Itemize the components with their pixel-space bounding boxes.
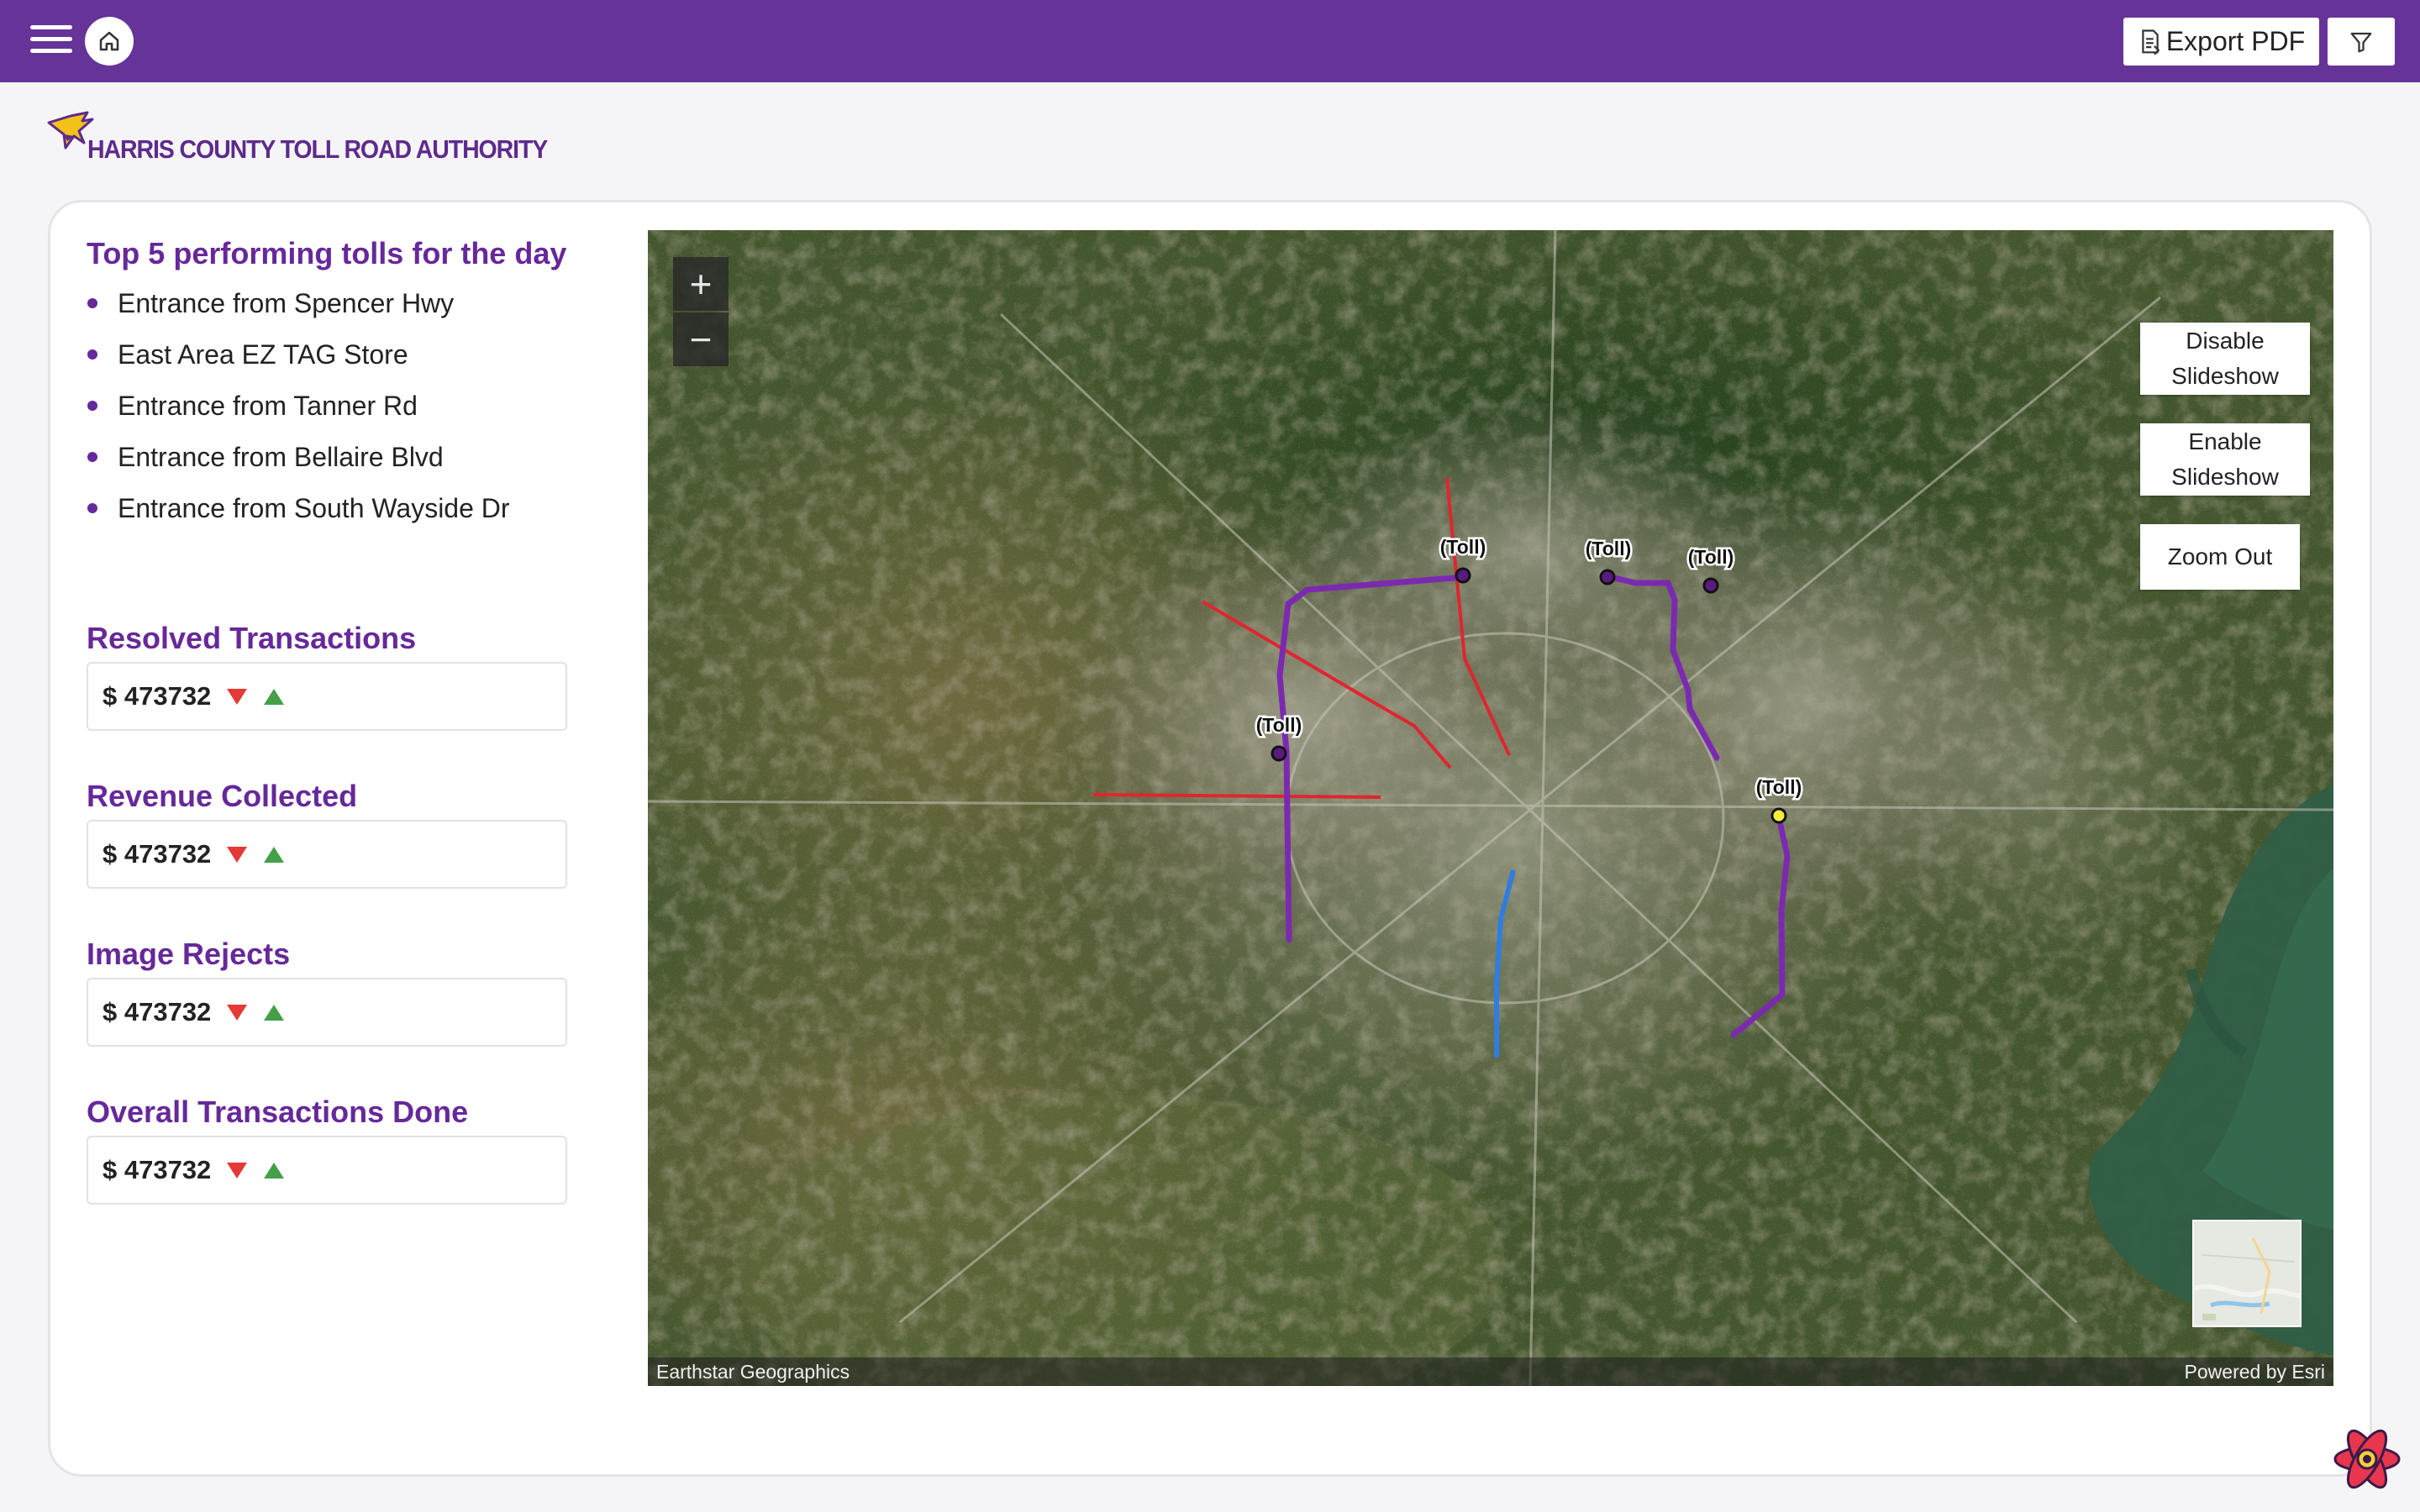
toll-marker-label: (Toll) — [1586, 538, 1632, 559]
trend-up-icon — [264, 688, 285, 705]
map-attribution-bar: Earthstar Geographics Powered by Esri — [648, 1357, 2333, 1386]
attribution-powered-by[interactable]: Powered by Esri — [2185, 1357, 2325, 1386]
filter-button[interactable] — [2328, 18, 2395, 66]
trend-up-icon — [264, 1162, 285, 1179]
metric-value-box: $ 473732 — [87, 662, 567, 731]
metric-value: $ 473732 — [103, 1155, 212, 1184]
overview-map-image — [2194, 1221, 2300, 1326]
react-logo-icon — [2333, 1429, 2401, 1489]
toll-marker-label: (Toll) — [1756, 776, 1802, 798]
metric-value: $ 473732 — [103, 839, 212, 869]
map-imagery[interactable]: (Toll) (Toll) (Toll) (Toll) (Toll) — [648, 230, 2333, 1386]
home-icon — [99, 31, 119, 51]
export-pdf-button[interactable]: Export PDF — [2123, 18, 2319, 66]
disable-slideshow-button[interactable]: Disable Slideshow — [2140, 323, 2310, 395]
list-item: Entrance from Spencer Hwy — [87, 286, 510, 338]
zoom-out-button[interactable]: − — [673, 312, 729, 366]
toll-marker-label: (Toll) — [1256, 714, 1302, 736]
trend-up-icon — [264, 1004, 285, 1021]
zoom-controls: + − — [673, 257, 729, 366]
metric-value: $ 473732 — [103, 681, 212, 711]
enable-slideshow-button[interactable]: Enable Slideshow — [2140, 423, 2310, 496]
metric-value: $ 473732 — [103, 997, 212, 1026]
toll-marker-label: (Toll) — [1688, 546, 1734, 568]
metric-title: Image Rejects — [87, 937, 291, 971]
zoom-in-button[interactable]: + — [673, 257, 729, 311]
hctra-logo: HARRIS COUNTY TOLL ROAD AUTHORITY — [45, 111, 566, 164]
toll-marker-label: (Toll) — [1440, 536, 1486, 558]
filter-icon — [2350, 32, 2372, 52]
home-button[interactable] — [85, 17, 134, 66]
metric-value-box: $ 473732 — [87, 978, 567, 1047]
metric-title: Overall Transactions Done — [87, 1095, 469, 1129]
top5-list: Entrance from Spencer Hwy East Area EZ T… — [87, 286, 510, 543]
list-item: Entrance from South Wayside Dr — [87, 491, 510, 543]
document-export-icon — [2142, 29, 2160, 55]
trend-up-icon — [264, 846, 285, 863]
satellite-map[interactable]: (Toll) (Toll) (Toll) (Toll) (Toll) + − D… — [648, 230, 2333, 1386]
attribution-source: Earthstar Geographics — [656, 1361, 850, 1383]
logo-text: HARRIS COUNTY TOLL ROAD AUTHORITY — [87, 134, 548, 164]
export-pdf-label: Export PDF — [2165, 26, 2306, 56]
metric-title: Revenue Collected — [87, 779, 358, 813]
overview-map[interactable] — [2192, 1220, 2302, 1327]
trend-down-icon — [227, 1162, 248, 1179]
trend-down-icon — [227, 1004, 248, 1021]
top5-title: Top 5 performing tolls for the day — [87, 236, 567, 270]
list-item: East Area EZ TAG Store — [87, 338, 510, 389]
list-item: Entrance from Tanner Rd — [87, 389, 510, 440]
hamburger-menu-icon[interactable] — [30, 25, 72, 57]
top-navigation-bar: Export PDF — [0, 0, 2420, 82]
metric-value-box: $ 473732 — [87, 820, 567, 889]
metric-value-box: $ 473732 — [87, 1136, 567, 1205]
map-zoom-out-button[interactable]: Zoom Out — [2140, 524, 2300, 590]
trend-down-icon — [227, 688, 248, 705]
trend-down-icon — [227, 846, 248, 863]
list-item: Entrance from Bellaire Blvd — [87, 440, 510, 491]
metric-title: Resolved Transactions — [87, 621, 417, 655]
